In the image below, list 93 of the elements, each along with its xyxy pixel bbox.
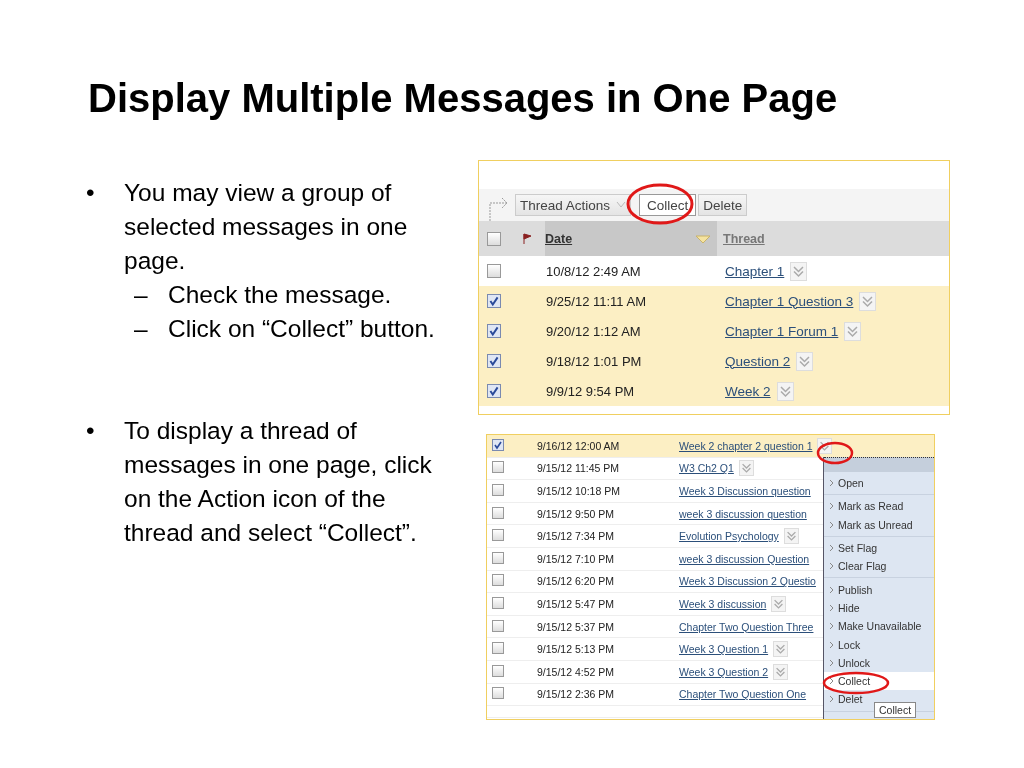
highlight-circle [821, 671, 891, 695]
date-cell-text: 9/15/12 11:45 PM [537, 462, 621, 475]
menu-item[interactable]: Set Flag [824, 538, 934, 558]
message-title-link[interactable]: Evolution Psychology [679, 530, 779, 543]
date-cell-text: 9/15/12 2:36 PM [537, 688, 616, 701]
date-cell-text: 9/16/12 12:00 AM [537, 439, 621, 452]
message-title-link[interactable]: Week 3 Question 2 [679, 665, 769, 678]
message-title-link[interactable]: Week 3 Discussion 2 Questio [679, 575, 816, 588]
message-title-link[interactable]: Question 2 [725, 353, 791, 369]
checkbox[interactable] [492, 596, 504, 609]
message-title-link[interactable]: week 3 discussion Question [679, 552, 810, 565]
checkbox[interactable] [487, 384, 501, 398]
checkbox[interactable] [492, 619, 504, 632]
checkbox[interactable] [492, 664, 504, 677]
action-menu-icon[interactable] [771, 595, 787, 612]
highlight-circle [626, 182, 694, 226]
action-menu-icon[interactable] [738, 460, 754, 477]
date-cell-text: 10/8/12 2:49 AM [545, 263, 642, 279]
menu-item[interactable]: Publish [824, 580, 934, 599]
date-cell-text: 9/15/12 5:37 PM [537, 620, 616, 633]
date-cell-text: 9/20/12 1:12 AM [545, 323, 642, 339]
message-title-link[interactable]: Week 3 Question 1 [679, 643, 769, 656]
action-menu-icon[interactable] [790, 261, 808, 281]
toolbar-button[interactable]: Delete [698, 194, 748, 216]
message-title-link[interactable]: Week 2 chapter 2 question 1 [679, 439, 813, 452]
bullet-marker: – [134, 280, 149, 310]
menu-item[interactable]: Make Unavailable [824, 617, 934, 636]
action-menu-icon[interactable] [773, 641, 789, 658]
action-menu-icon[interactable] [776, 381, 794, 401]
menu-item[interactable]: Lock [824, 635, 934, 654]
date-cell-text: 9/15/12 7:10 PM [537, 552, 616, 565]
checkbox[interactable] [492, 506, 504, 519]
checkbox[interactable] [487, 264, 501, 278]
slide-title: Display Multiple Messages in One Page [87, 75, 839, 122]
message-title-link[interactable]: Chapter 1 [725, 263, 785, 279]
date-cell-text: 9/25/12 11:11 AM [545, 293, 647, 309]
bullet-marker: • [86, 178, 96, 208]
bullet-text: Check the message. [168, 280, 392, 310]
bullet-text: To display a thread of messages in one page, click on the Action icon of the thread and select “Collect”. [124, 416, 433, 548]
message-title-link[interactable]: Week 3 Discussion question [679, 485, 811, 497]
checkbox[interactable] [492, 484, 504, 496]
checkbox[interactable] [492, 687, 504, 700]
toolbar-button[interactable]: Collect [639, 194, 697, 216]
message-title-link[interactable]: Week 3 discussion [679, 597, 767, 610]
date-cell-text: 9/9/12 9:54 PM [545, 383, 636, 399]
checkbox[interactable] [492, 574, 504, 587]
checkbox[interactable] [487, 231, 501, 246]
checkbox[interactable] [492, 529, 504, 542]
menu-item[interactable]: Unlock [824, 653, 934, 672]
message-title-link[interactable]: week 3 discussion question [679, 507, 807, 520]
date-cell-text: 9/15/12 5:13 PM [537, 643, 616, 656]
message-title-link[interactable]: Chapter 1 Question 3 [725, 293, 854, 309]
menu-item[interactable]: Clear Flag [824, 557, 934, 576]
checkbox[interactable] [492, 439, 504, 452]
date-cell-text: 9/15/12 7:34 PM [537, 530, 616, 543]
menu-item[interactable]: Open [824, 474, 934, 493]
checkbox[interactable] [492, 551, 504, 564]
chevron-icon [829, 479, 834, 488]
bullet-text: Click on “Collect” button. [168, 314, 435, 344]
bullet-marker: • [86, 416, 96, 446]
checkbox[interactable] [487, 294, 501, 308]
tooltip: Collect [874, 702, 917, 718]
action-menu-icon[interactable] [773, 663, 789, 680]
date-cell-text: 9/15/12 10:18 PM [537, 485, 621, 497]
checkbox[interactable] [487, 324, 501, 338]
checkbox[interactable] [492, 461, 504, 474]
sort-icon[interactable] [695, 233, 711, 244]
date-cell-text: 9/15/12 4:52 PM [537, 665, 616, 678]
menu-item[interactable]: Mark as Unread [824, 515, 934, 534]
checkbox[interactable] [487, 354, 501, 368]
bullet-marker: – [134, 314, 149, 344]
menu-item[interactable]: Hide [824, 598, 934, 618]
action-menu-icon[interactable] [796, 351, 814, 371]
date-cell-text: 9/15/12 6:20 PM [537, 575, 616, 588]
message-title-link[interactable]: Chapter Two Question One [679, 688, 807, 701]
message-title-link[interactable]: Chapter Two Question Three [679, 620, 814, 633]
action-menu-icon[interactable] [783, 528, 799, 545]
checkbox[interactable] [492, 642, 504, 655]
highlight-circle [815, 440, 855, 466]
message-title-link[interactable]: W3 Ch2 Q1 [679, 462, 734, 475]
column-header-link[interactable]: Date [545, 231, 573, 246]
action-menu-icon[interactable] [844, 321, 862, 341]
menu-item[interactable]: Mark as Read [824, 497, 934, 516]
caret-icon [616, 201, 627, 209]
message-title-link[interactable]: Chapter 1 Forum 1 [725, 323, 839, 339]
date-cell-text: 9/15/12 9:50 PM [537, 507, 616, 520]
date-cell-text: 9/15/12 5:47 PM [537, 597, 616, 610]
bullet-text: You may view a group of selected messages in one page. [124, 178, 409, 276]
date-cell-text: 9/18/12 1:01 PM [545, 353, 643, 369]
thread-actions-button[interactable]: Thread Actions [515, 194, 632, 216]
flag-icon [522, 232, 532, 245]
message-title-link[interactable]: Week 2 [725, 383, 771, 399]
action-menu-icon[interactable] [859, 291, 877, 311]
